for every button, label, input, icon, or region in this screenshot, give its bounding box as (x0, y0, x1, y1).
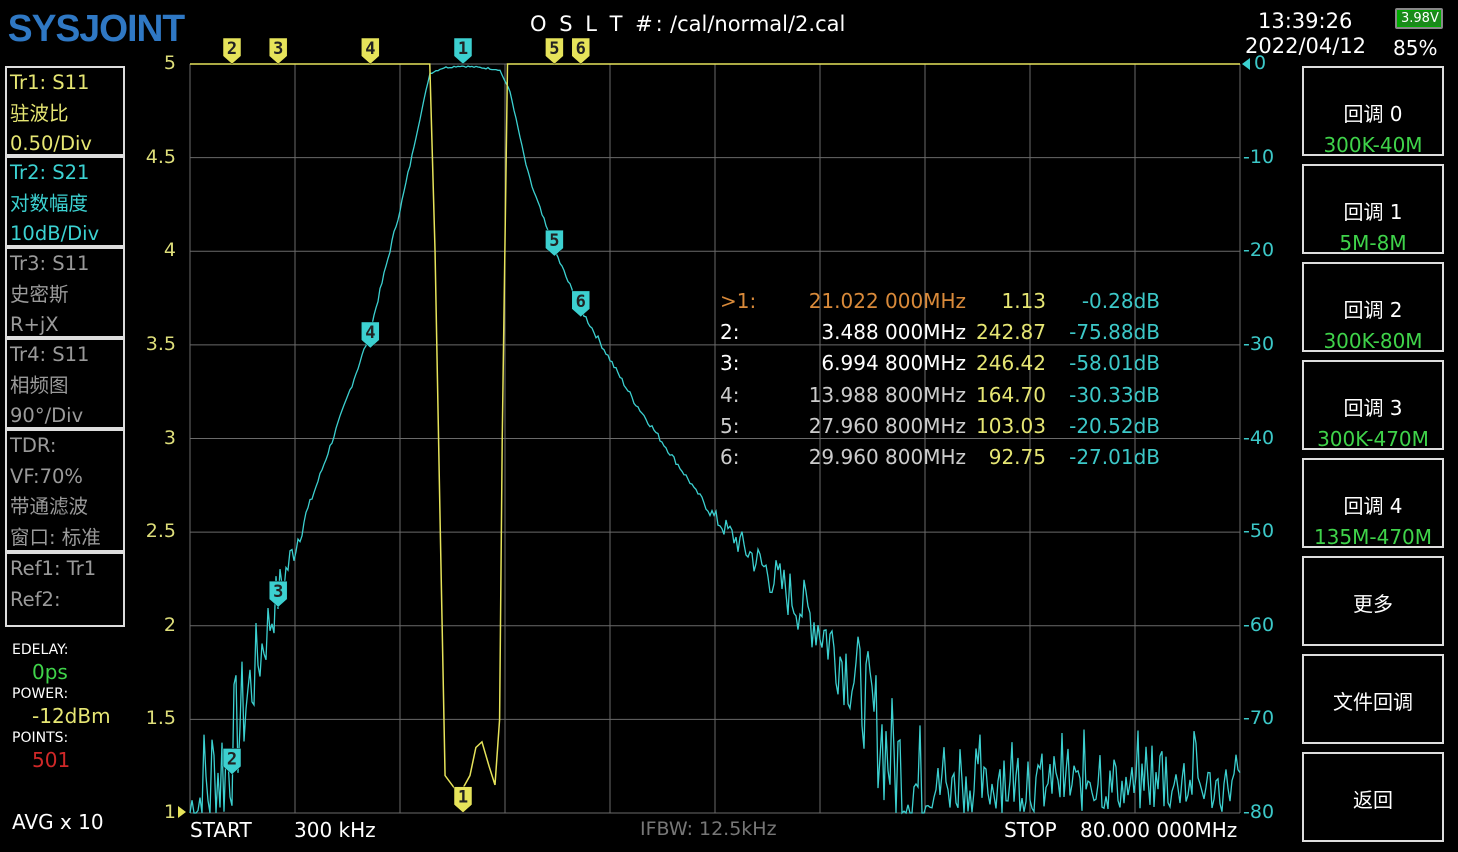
s11-marker-top-label: 2 (227, 39, 237, 59)
button-subtitle: 135M-470M (1313, 525, 1433, 549)
right-reference-pointer-icon (1242, 58, 1250, 70)
marker-vswr: 92.75 (988, 444, 1046, 469)
button-subtitle: 300K-80M (1323, 329, 1423, 353)
button-subtitle: 300K-470M (1317, 427, 1429, 451)
marker-vswr: 164.70 (976, 382, 1046, 407)
marker-vswr: 246.42 (976, 351, 1046, 376)
s11-marker-label: 1 (458, 788, 468, 808)
marker-vswr: 103.03 (976, 413, 1046, 438)
marker-vswr: 1.13 (1001, 289, 1046, 313)
button-title: 回调 3 (1343, 396, 1403, 420)
s21-marker-label: 3 (273, 582, 283, 602)
button-title: 返回 (1353, 788, 1393, 812)
softkey-button-5[interactable]: 更多 (1302, 556, 1444, 646)
marker-label: >1: (720, 289, 757, 313)
marker-freq: 21.022 000MHz (808, 289, 966, 313)
start-frequency[interactable]: 300 kHz (294, 818, 376, 842)
marker-db: -75.88dB (1069, 320, 1160, 345)
marker-freq: 13.988 800MHz (808, 382, 966, 407)
stop-frequency[interactable]: 80.000 000MHz (1080, 818, 1237, 842)
s11-marker-top-label: 4 (365, 39, 375, 59)
button-title: 回调 0 (1343, 102, 1403, 126)
button-title: 更多 (1353, 592, 1393, 616)
marker-freq: 6.994 800MHz (821, 351, 966, 376)
marker-db: -58.01dB (1069, 351, 1160, 376)
marker-db: -27.01dB (1069, 444, 1160, 469)
s11-marker-top-label: 5 (549, 39, 559, 59)
button-title: 文件回调 (1333, 690, 1413, 714)
s21-marker-top-label: 1 (458, 39, 468, 59)
softkey-button-1[interactable]: 回调 1 5M-8M (1302, 164, 1444, 255)
s21-marker-label: 4 (365, 323, 375, 343)
marker-db: -30.33dB (1069, 382, 1160, 407)
softkey-button-2[interactable]: 回调 2 300K-80M (1302, 262, 1444, 353)
s11-marker-top-label: 3 (273, 39, 283, 59)
s21-marker-label: 2 (227, 749, 237, 769)
marker-label: 4: (720, 382, 740, 407)
stop-label: STOP (1004, 818, 1057, 842)
marker-vswr: 242.87 (976, 320, 1046, 345)
softkey-button-7[interactable]: 返回 (1302, 752, 1444, 842)
button-title: 回调 1 (1343, 200, 1403, 224)
button-subtitle: 5M-8M (1339, 231, 1407, 255)
softkey-button-4[interactable]: 回调 4 135M-470M (1302, 458, 1444, 549)
softkey-button-3[interactable]: 回调 3 300K-470M (1302, 360, 1444, 451)
marker-freq: 3.488 000MHz (821, 320, 966, 345)
softkey-button-0[interactable]: 回调 0 300K-40M (1302, 66, 1444, 157)
start-label: START (190, 818, 252, 842)
button-title: 回调 2 (1343, 298, 1403, 322)
marker-label: 3: (720, 351, 740, 376)
softkey-button-6[interactable]: 文件回调 (1302, 654, 1444, 744)
marker-freq: 29.960 800MHz (808, 444, 966, 469)
marker-label: 2: (720, 320, 740, 345)
left-reference-pointer-icon (178, 806, 186, 818)
button-subtitle: 300K-40M (1323, 133, 1423, 157)
marker-label: 6: (720, 444, 740, 469)
ifbw: IFBW: 12.5kHz (640, 818, 777, 840)
marker-db: -0.28dB (1081, 289, 1160, 313)
marker-db: -20.52dB (1069, 413, 1160, 438)
s21-marker-label: 5 (549, 231, 559, 251)
marker-freq: 27.960 800MHz (808, 413, 966, 438)
s11-marker-top-label: 6 (576, 39, 586, 59)
s21-marker-label: 6 (576, 292, 586, 312)
marker-label: 5: (720, 413, 740, 438)
button-title: 回调 4 (1343, 494, 1403, 518)
